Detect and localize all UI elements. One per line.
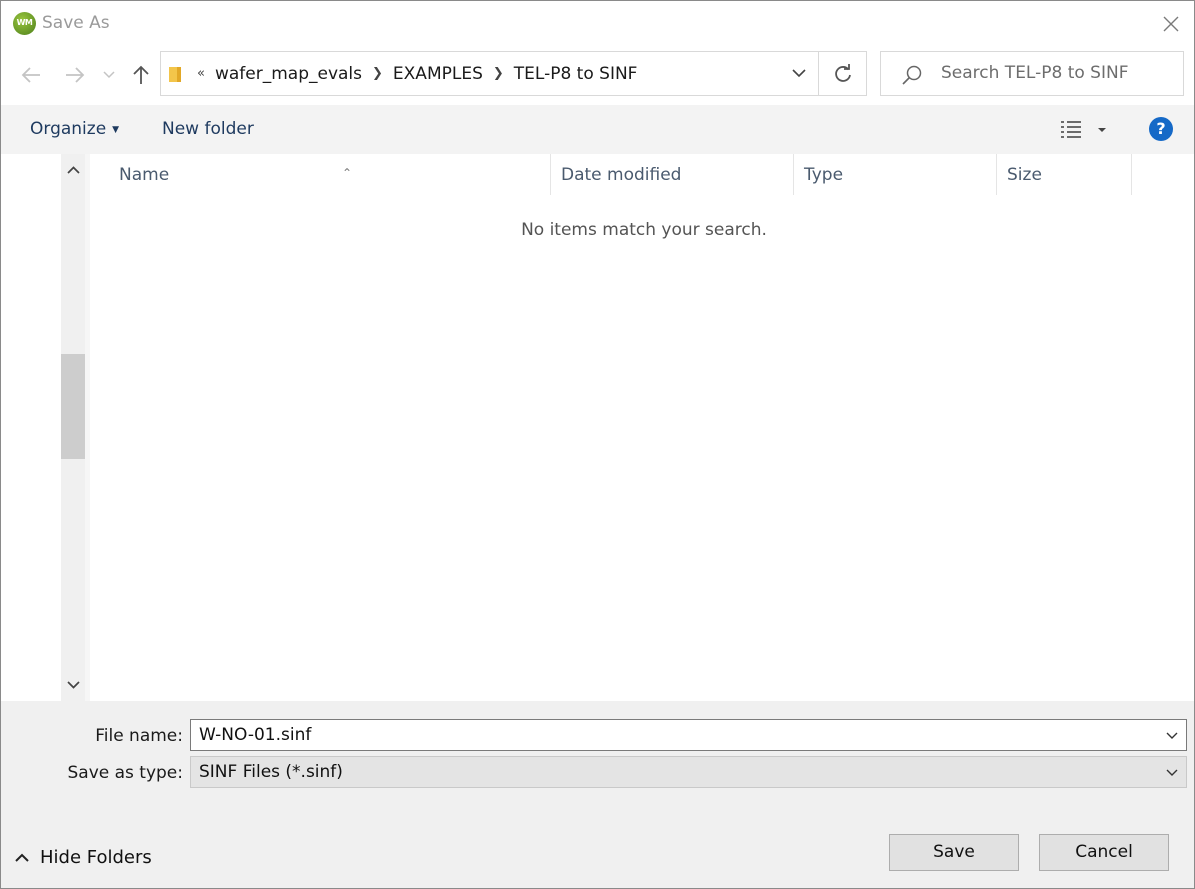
file-name-dropdown-button[interactable] <box>1158 720 1186 750</box>
save-type-select[interactable]: SINF Files (*.sinf) <box>190 756 1187 788</box>
file-name-value: W-NO-01.sinf <box>199 725 312 745</box>
column-header-type[interactable]: Type <box>794 154 997 195</box>
column-header-name[interactable]: Name ⌃ <box>109 154 551 195</box>
sort-ascending-icon: ⌃ <box>342 166 353 180</box>
help-button[interactable]: ? <box>1149 117 1173 141</box>
chevron-down-icon <box>1166 769 1178 776</box>
organize-button[interactable]: Organize ▼ <box>30 105 119 154</box>
chevron-right-icon[interactable]: ❯ <box>372 66 383 81</box>
chevron-up-icon <box>66 166 80 174</box>
column-header-date-modified[interactable]: Date modified <box>551 154 794 195</box>
up-button[interactable] <box>126 60 156 90</box>
caret-down-icon <box>1098 128 1106 132</box>
save-type-dropdown-button[interactable] <box>1158 757 1186 787</box>
window-title: Save As <box>42 13 110 33</box>
breadcrumb-item[interactable]: TEL-P8 to SINF <box>514 64 638 84</box>
chevron-down-icon <box>103 71 115 79</box>
new-folder-button[interactable]: New folder <box>162 105 254 154</box>
folder-icon <box>169 67 181 82</box>
breadcrumb: « wafer_map_evals ❯ EXAMPLES ❯ TEL-P8 to… <box>197 52 637 95</box>
arrow-right-icon <box>66 67 85 83</box>
navigation-pane[interactable] <box>1 154 61 701</box>
navigation-pane-scrollbar[interactable] <box>61 154 85 701</box>
chevron-down-icon <box>66 681 80 689</box>
organize-label: Organize <box>30 119 107 139</box>
chevron-down-icon <box>792 69 806 78</box>
save-type-label: Save as type: <box>67 763 183 783</box>
hide-folders-label: Hide Folders <box>40 846 152 868</box>
address-bar[interactable]: « wafer_map_evals ❯ EXAMPLES ❯ TEL-P8 to… <box>160 51 867 96</box>
close-icon <box>1163 16 1179 32</box>
column-header-size[interactable]: Size <box>997 154 1132 195</box>
caret-down-icon: ▼ <box>112 125 120 135</box>
title-bar: WM Save As <box>1 1 1194 47</box>
search-input[interactable]: Search TEL-P8 to SINF <box>941 52 1128 95</box>
scrollbar-thumb[interactable] <box>61 354 85 459</box>
file-name-input[interactable]: W-NO-01.sinf <box>190 719 1187 751</box>
search-box[interactable]: Search TEL-P8 to SINF <box>880 51 1184 96</box>
empty-list-message: No items match your search. <box>521 220 767 240</box>
hide-folders-button[interactable]: Hide Folders <box>15 845 152 869</box>
file-name-label: File name: <box>95 726 183 746</box>
refresh-button[interactable] <box>818 52 867 95</box>
column-header-label: Name <box>119 165 170 185</box>
chevron-down-icon <box>1166 732 1178 739</box>
command-toolbar: Organize ▼ New folder ? <box>1 105 1194 155</box>
address-dropdown-button[interactable] <box>781 52 817 95</box>
file-list[interactable]: Name ⌃ Date modified Type Size No items … <box>90 154 1194 701</box>
save-as-dialog: WM Save As « wafer_map_evals ❯ EXAMPLES … <box>0 0 1195 889</box>
save-options-panel: File name: W-NO-01.sinf Save as type: SI… <box>1 701 1194 888</box>
save-button[interactable]: Save <box>889 834 1019 871</box>
close-button[interactable] <box>1148 1 1194 47</box>
navigation-bar: « wafer_map_evals ❯ EXAMPLES ❯ TEL-P8 to… <box>1 47 1194 105</box>
breadcrumb-overflow[interactable]: « <box>197 66 205 81</box>
refresh-icon <box>835 63 851 82</box>
recent-locations-button[interactable] <box>96 60 122 90</box>
back-button[interactable] <box>16 60 46 90</box>
breadcrumb-item[interactable]: EXAMPLES <box>393 64 483 84</box>
change-view-button[interactable] <box>1059 117 1115 143</box>
details-view-icon <box>1061 121 1081 138</box>
cancel-button[interactable]: Cancel <box>1039 834 1169 871</box>
save-type-value: SINF Files (*.sinf) <box>199 762 343 782</box>
chevron-right-icon[interactable]: ❯ <box>493 66 504 81</box>
forward-button[interactable] <box>60 60 90 90</box>
breadcrumb-item[interactable]: wafer_map_evals <box>215 64 362 84</box>
arrow-left-icon <box>21 67 40 83</box>
search-icon <box>902 65 922 85</box>
arrow-up-icon <box>133 65 149 84</box>
scroll-down-button[interactable] <box>61 675 85 695</box>
chevron-up-icon <box>15 853 29 862</box>
app-icon: WM <box>13 12 36 35</box>
scroll-up-button[interactable] <box>61 160 85 180</box>
